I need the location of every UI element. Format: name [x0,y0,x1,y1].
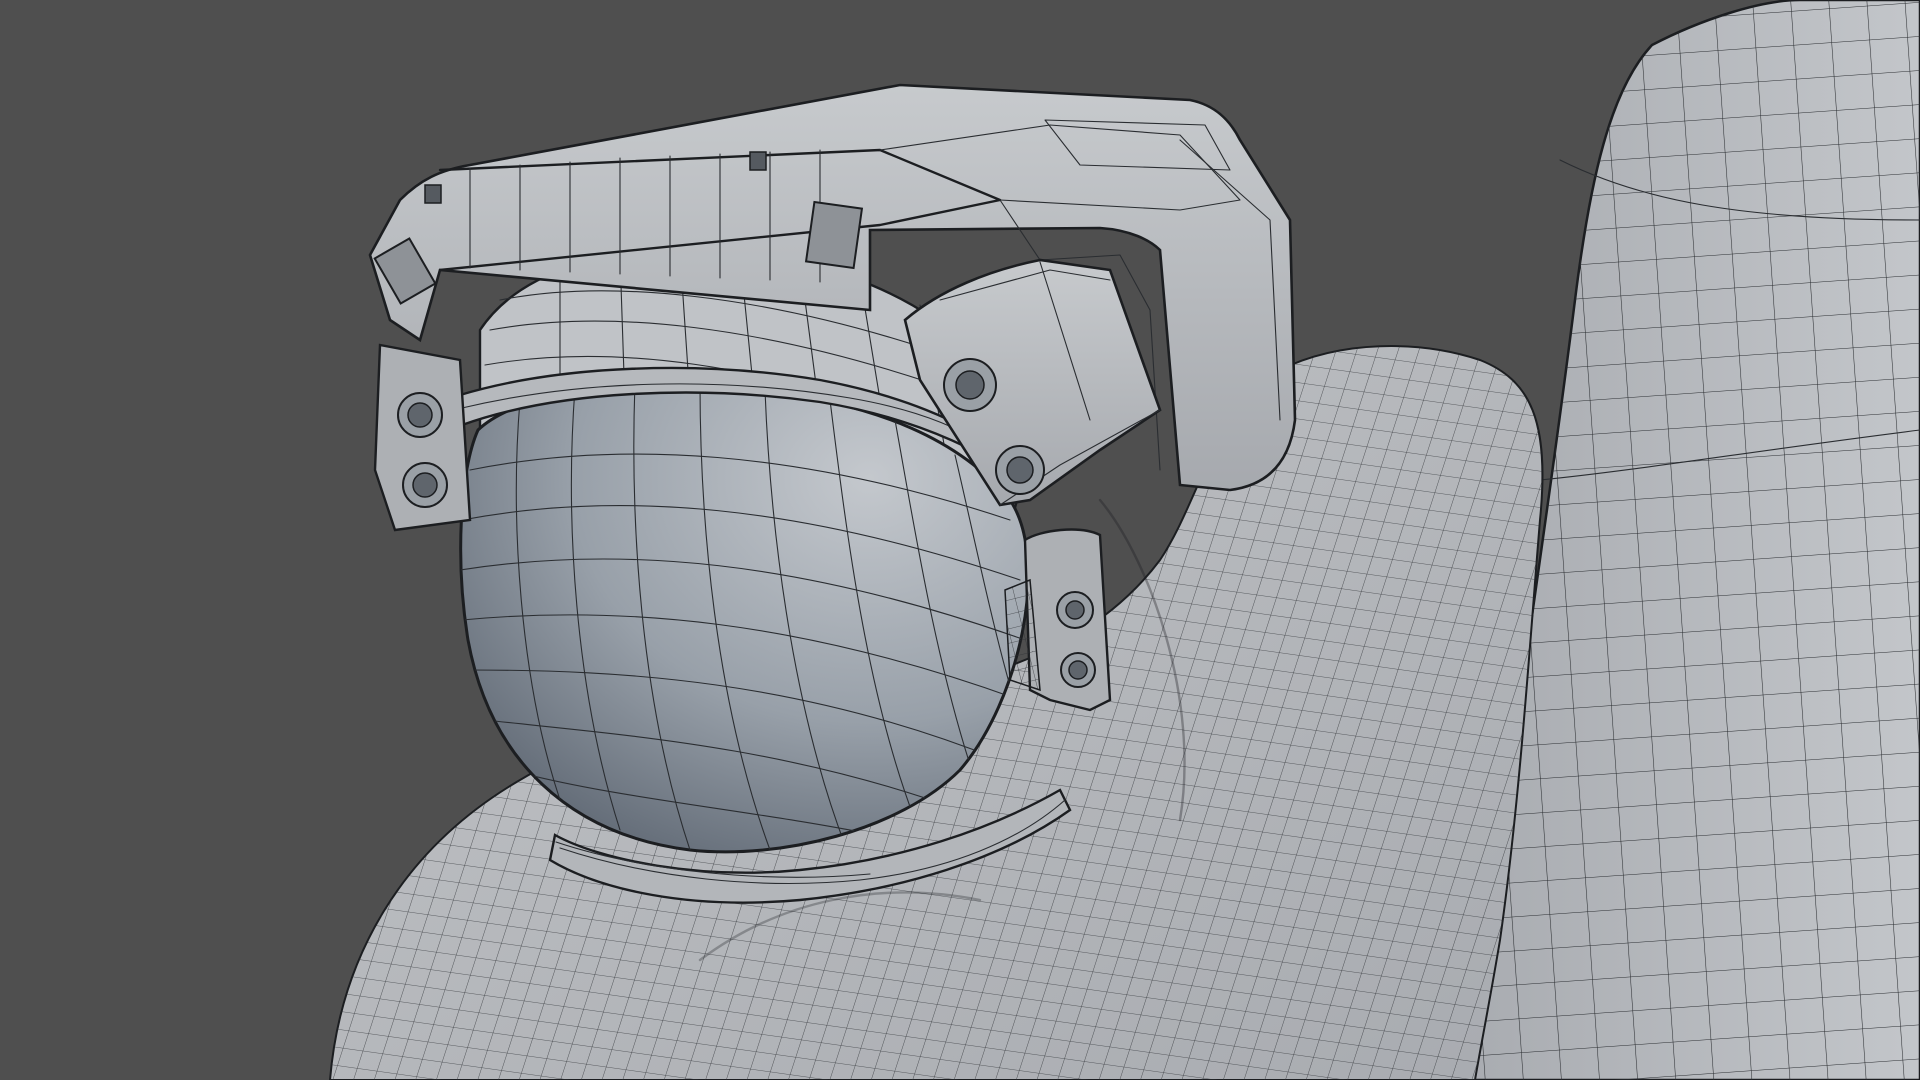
3d-viewport[interactable] [0,0,1920,1080]
side-camera-left[interactable] [373,343,472,532]
scene-render [328,0,1920,1080]
helmet-visor[interactable] [459,382,1030,854]
